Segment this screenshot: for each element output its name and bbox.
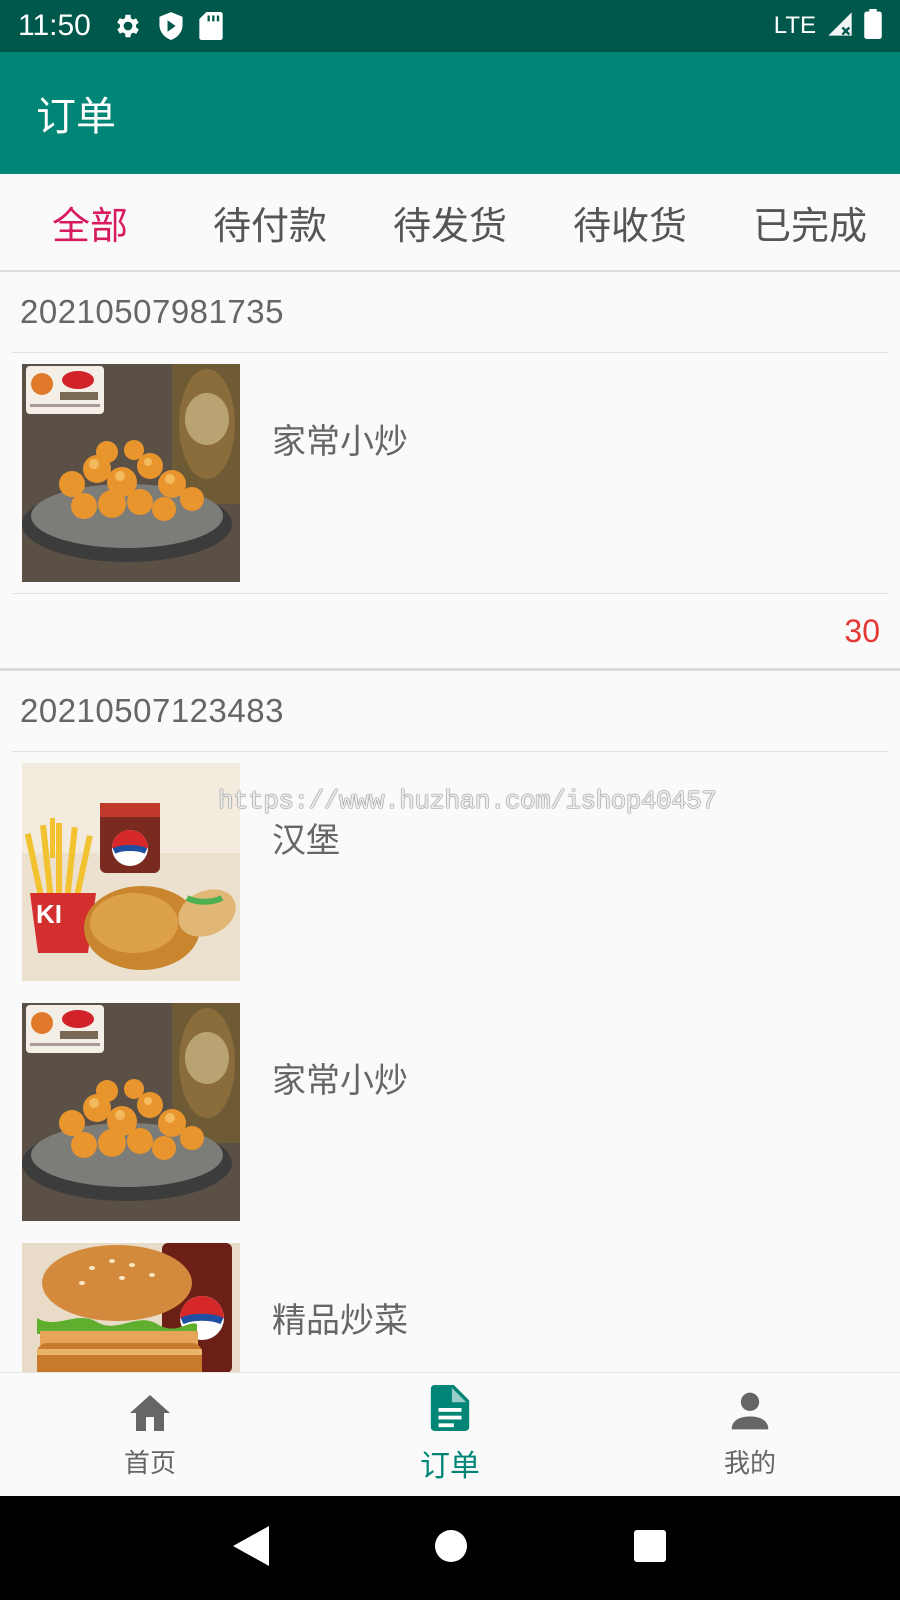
signal-icon bbox=[826, 10, 854, 42]
home-button-icon[interactable] bbox=[434, 1529, 468, 1567]
document-icon bbox=[430, 1384, 470, 1435]
nav-home-label: 首页 bbox=[123, 1449, 176, 1479]
watermark-text: https://www.huzhan.com/ishop40457 bbox=[218, 786, 717, 816]
fried-chicken-bites-image bbox=[22, 1003, 240, 1221]
item-name: 精品炒菜 bbox=[272, 1300, 408, 1341]
sd-card-icon bbox=[199, 12, 223, 40]
nav-orders-label: 订单 bbox=[420, 1448, 480, 1484]
item-name: 汉堡 bbox=[272, 820, 340, 861]
order-card[interactable]: 20210507981735 家常小炒 30 bbox=[0, 272, 900, 668]
order-list[interactable]: 20210507981735 家常小炒 30 20210507123483 KI… bbox=[0, 272, 900, 1372]
order-number: 20210507123483 bbox=[20, 692, 284, 729]
recents-icon[interactable] bbox=[633, 1529, 667, 1567]
network-type: LTE bbox=[773, 12, 816, 39]
home-icon bbox=[126, 1389, 174, 1437]
tab-completed[interactable]: 已完成 bbox=[720, 174, 900, 270]
tab-all[interactable]: 全部 bbox=[0, 174, 180, 270]
kfc-meal-image: KI bbox=[22, 763, 240, 981]
settings-icon bbox=[113, 11, 143, 41]
order-number: 20210507981735 bbox=[20, 293, 284, 330]
item-name: 家常小炒 bbox=[272, 421, 408, 462]
system-navigation-bar bbox=[0, 1496, 900, 1600]
tab-pending-receipt[interactable]: 待收货 bbox=[540, 174, 720, 270]
nav-home[interactable]: 首页 bbox=[0, 1373, 300, 1496]
status-bar: 11:50 LTE bbox=[0, 0, 900, 52]
order-card[interactable]: 20210507123483 KI 汉堡 家常小炒 精品炒菜 bbox=[0, 671, 900, 1372]
order-item[interactable]: 家常小炒 bbox=[0, 353, 900, 593]
battery-icon bbox=[864, 9, 882, 43]
nav-orders[interactable]: 订单 bbox=[300, 1373, 600, 1496]
nav-profile[interactable]: 我的 bbox=[600, 1373, 900, 1496]
burger-pepsi-image bbox=[22, 1243, 240, 1372]
bottom-navigation: 首页 订单 我的 bbox=[0, 1372, 900, 1496]
person-icon bbox=[728, 1389, 772, 1437]
order-item[interactable]: 家常小炒 bbox=[0, 992, 900, 1232]
tab-pending-payment[interactable]: 待付款 bbox=[180, 174, 360, 270]
fried-chicken-bites-image bbox=[22, 364, 240, 582]
nav-profile-label: 我的 bbox=[723, 1449, 776, 1479]
item-name: 家常小炒 bbox=[272, 1060, 408, 1101]
shield-icon bbox=[157, 11, 185, 41]
order-status-tabs: 全部 待付款 待发货 待收货 已完成 bbox=[0, 174, 900, 272]
tab-pending-shipment[interactable]: 待发货 bbox=[360, 174, 540, 270]
order-item[interactable]: 精品炒菜 bbox=[0, 1232, 900, 1372]
page-title: 订单 bbox=[36, 94, 116, 140]
order-total: 30 bbox=[0, 594, 900, 668]
back-icon[interactable] bbox=[232, 1526, 269, 1570]
svg-text:KI: KI bbox=[36, 899, 62, 929]
status-time: 11:50 bbox=[18, 9, 91, 42]
order-total-value: 30 bbox=[844, 612, 880, 649]
app-bar: 订单 bbox=[0, 52, 900, 174]
